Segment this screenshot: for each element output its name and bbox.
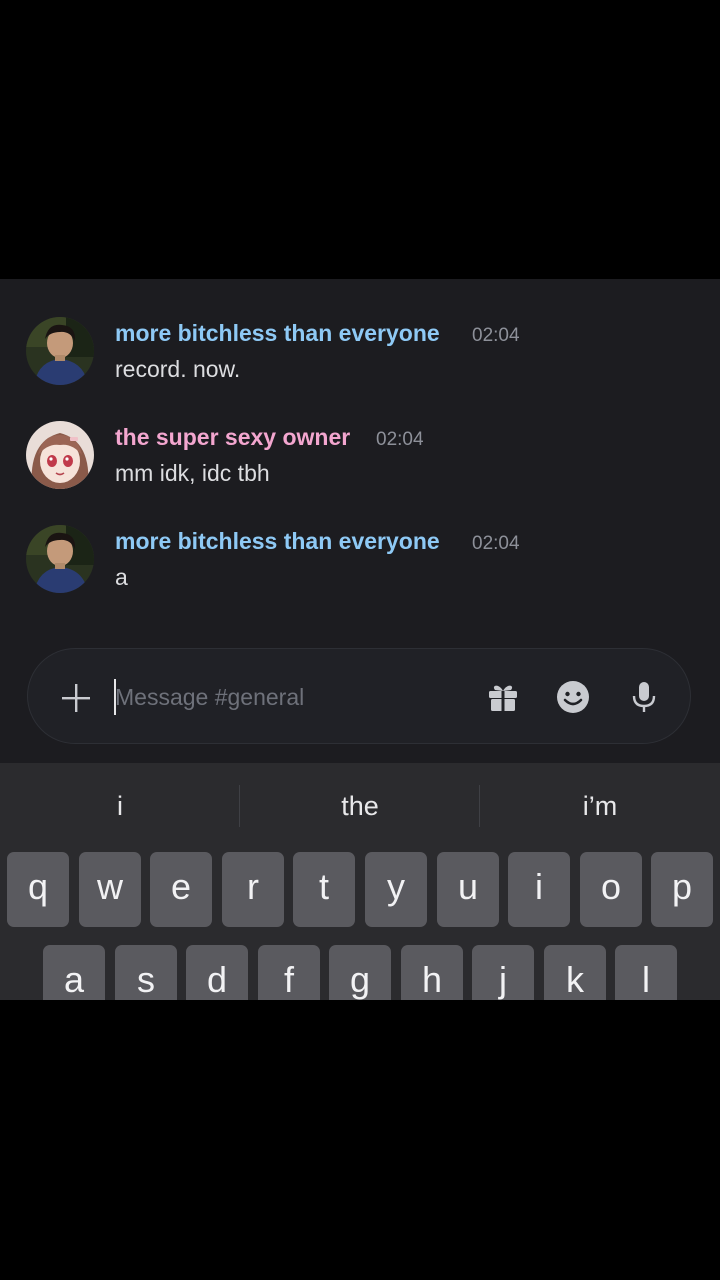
key-g[interactable]: g [329,945,391,1000]
key-p[interactable]: p [651,852,713,927]
message-text: mm idk, idc tbh [115,460,270,486]
key-w[interactable]: w [79,852,141,927]
message-timestamp: 02:04 [472,533,520,554]
key-d[interactable]: d [186,945,248,1000]
key-q[interactable]: q [7,852,69,927]
message-author[interactable]: the super sexy owner [115,424,350,451]
key-h[interactable]: h [401,945,463,1000]
key-y[interactable]: y [365,852,427,927]
key-u[interactable]: u [437,852,499,927]
avatar[interactable] [26,525,94,593]
avatar[interactable] [26,317,94,385]
gift-icon[interactable] [485,679,521,715]
message-text: a [115,564,128,590]
key-a[interactable]: a [43,945,105,1000]
microphone-icon[interactable] [626,679,662,715]
keyboard-suggestion[interactable]: i’m [480,763,720,847]
emoji-icon[interactable] [555,679,591,715]
plus-icon[interactable] [61,683,91,713]
key-t[interactable]: t [293,852,355,927]
avatar[interactable] [26,421,94,489]
message-author[interactable]: more bitchless than everyone [115,320,440,347]
message-text: record. now. [115,356,241,382]
chat-message[interactable]: more bitchless than everyone 02:04 recor… [0,317,720,397]
key-s[interactable]: s [115,945,177,1000]
message-input[interactable] [115,676,475,718]
message-author[interactable]: more bitchless than everyone [115,528,440,555]
key-f[interactable]: f [258,945,320,1000]
key-i[interactable]: i [508,852,570,927]
previous-message-fragment [0,279,720,284]
key-j[interactable]: j [472,945,534,1000]
message-timestamp: 02:04 [472,325,520,346]
key-e[interactable]: e [150,852,212,927]
chat-message[interactable]: more bitchless than everyone 02:04 a [0,525,720,605]
chat-app: more bitchless than everyone 02:04 recor… [0,279,720,1000]
keyboard-suggestion[interactable]: i [0,763,240,847]
message-timestamp: 02:04 [376,429,424,450]
key-l[interactable]: l [615,945,677,1000]
key-k[interactable]: k [544,945,606,1000]
key-o[interactable]: o [580,852,642,927]
message-composer [27,648,691,744]
virtual-keyboard: i the i’m q w e r t y u i o p a s d f g … [0,763,720,1000]
chat-message[interactable]: the super sexy owner 02:04 mm idk, idc t… [0,421,720,501]
key-r[interactable]: r [222,852,284,927]
keyboard-suggestion[interactable]: the [240,763,480,847]
